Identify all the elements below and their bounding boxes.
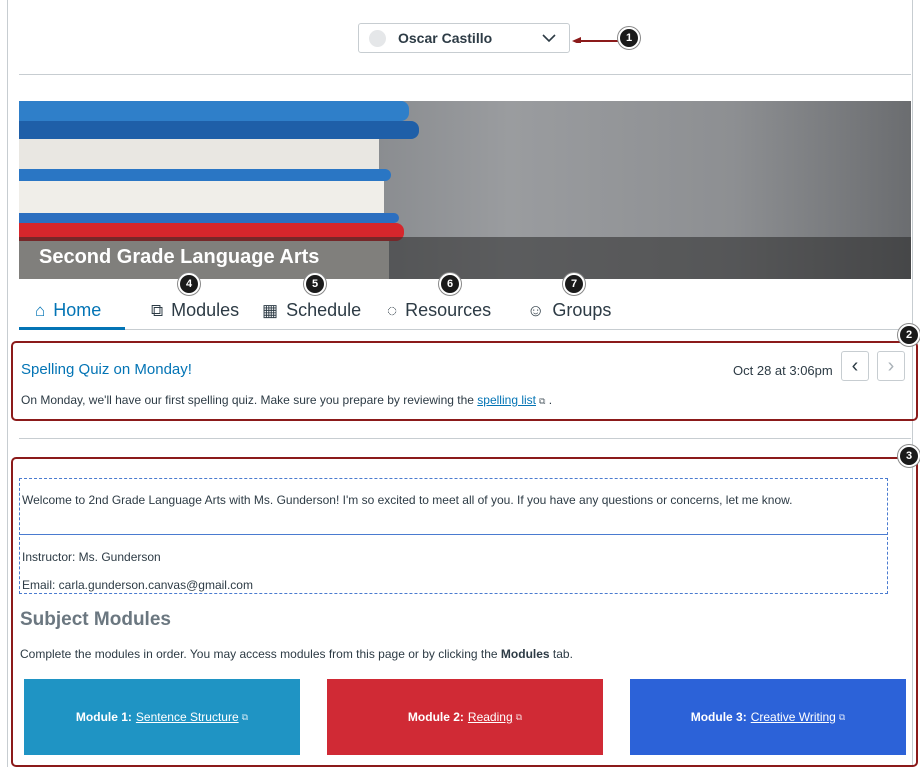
course-hero-image: Second Grade Language Arts (19, 101, 911, 279)
announcement-date: Oct 28 at 3:06pm (733, 363, 833, 378)
divider (19, 74, 911, 75)
callout-6: 6 (439, 273, 461, 295)
module-3-tile[interactable]: Module 3: Creative Writing ⧉ (630, 679, 906, 755)
callout-3: 3 (898, 445, 920, 467)
announcement-title[interactable]: Spelling Quiz on Monday! (21, 361, 192, 378)
groups-icon: ☺ (527, 300, 545, 320)
course-tabs: ⌂ Home ⧉ Modules ▦ Schedule ◌ Resources … (19, 296, 911, 330)
module-2-tile[interactable]: Module 2: Reading ⧉ (327, 679, 603, 755)
module-1-link[interactable]: Sentence Structure (136, 710, 239, 724)
tab-label: Modules (171, 300, 240, 320)
tab-label: Schedule (286, 300, 362, 320)
instructor-text: Instructor: Ms. Gunderson (22, 550, 161, 564)
divider (20, 534, 887, 535)
tab-label: Resources (405, 300, 492, 320)
email-text: Email: carla.gunderson.canvas@gmail.com (22, 578, 253, 592)
subject-modules-description: Complete the modules in order. You may a… (20, 647, 573, 661)
tab-label: Groups (552, 300, 612, 320)
student-selector[interactable]: Oscar Castillo (358, 23, 570, 53)
tab-resources[interactable]: ◌ Resources (387, 300, 491, 321)
module-2-link[interactable]: Reading (468, 710, 513, 724)
previous-announcement-button[interactable]: ‹ (841, 351, 869, 381)
external-link-icon: ⧉ (539, 396, 546, 406)
avatar (369, 29, 386, 47)
modules-icon: ⧉ (151, 300, 164, 320)
callout-4: 4 (178, 273, 200, 295)
callout-2: 2 (898, 324, 920, 346)
external-link-icon: ⧉ (838, 711, 846, 722)
tab-label: Home (53, 300, 102, 320)
student-name: Oscar Castillo (398, 30, 493, 46)
callout-5: 5 (304, 273, 326, 295)
tab-home[interactable]: ⌂ Home (35, 300, 101, 321)
active-tab-indicator (19, 327, 125, 330)
announcement-panel: Spelling Quiz on Monday! Oct 28 at 3:06p… (11, 341, 918, 421)
announcement-body: On Monday, we'll have our first spelling… (21, 393, 553, 407)
tab-groups[interactable]: ☺ Groups (527, 300, 611, 321)
chevron-left-icon: ‹ (851, 354, 859, 377)
chevron-down-icon (542, 34, 556, 43)
next-announcement-button[interactable]: › (877, 351, 905, 381)
tab-schedule[interactable]: ▦ Schedule (262, 300, 361, 321)
subject-modules-heading: Subject Modules (20, 609, 171, 630)
home-icon: ⌂ (35, 300, 46, 320)
welcome-box: Welcome to 2nd Grade Language Arts with … (19, 478, 888, 594)
course-title: Second Grade Language Arts (39, 246, 320, 268)
external-link-icon: ⧉ (515, 711, 523, 722)
resources-icon: ◌ (387, 300, 398, 320)
callout-7: 7 (563, 273, 585, 295)
module-3-link[interactable]: Creative Writing (751, 710, 836, 724)
spelling-list-link[interactable]: spelling list (477, 393, 536, 407)
module-1-tile[interactable]: Module 1: Sentence Structure ⧉ (24, 679, 300, 755)
tab-modules[interactable]: ⧉ Modules (151, 300, 239, 321)
external-link-icon: ⧉ (241, 711, 249, 722)
chevron-right-icon: › (887, 354, 895, 377)
callout-arrow-icon (572, 37, 620, 43)
calendar-icon: ▦ (262, 300, 279, 320)
callout-1: 1 (618, 27, 640, 49)
divider (19, 438, 911, 439)
welcome-text: Welcome to 2nd Grade Language Arts with … (22, 493, 793, 507)
